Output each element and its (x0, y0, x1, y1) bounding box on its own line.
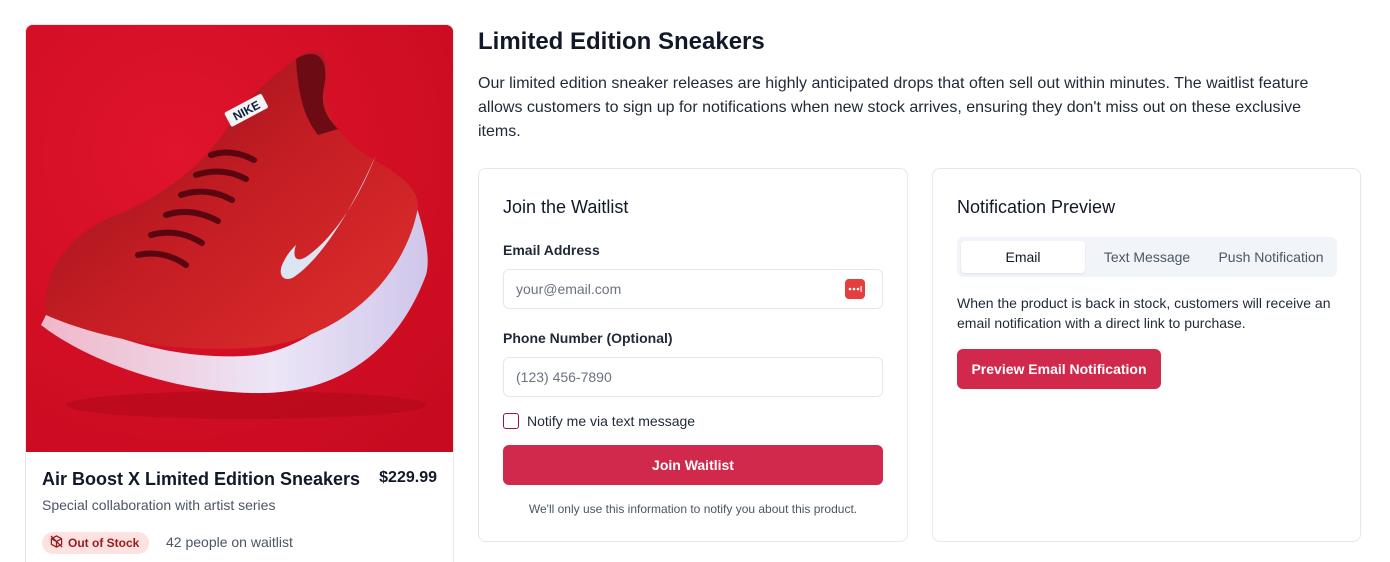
page-description: Our limited edition sneaker releases are… (478, 75, 1309, 140)
tab-text-message[interactable]: Text Message (1085, 241, 1209, 273)
stock-status-badge: Out of Stock (42, 532, 150, 554)
tab-email[interactable]: Email (961, 241, 1085, 273)
waitlist-form-title: Join the Waitlist (503, 197, 629, 217)
product-name: Air Boost X Limited Edition Sneakers (42, 469, 361, 489)
sms-opt-in[interactable]: Notify me via text message (503, 413, 695, 429)
product-image: NIKE (26, 25, 453, 452)
sneaker-illustration: NIKE (26, 25, 453, 452)
sms-checkbox[interactable] (503, 413, 519, 429)
stock-status-text: Out of Stock (68, 536, 140, 550)
email-input[interactable] (503, 269, 883, 309)
waitlist-count: 42 people on waitlist (166, 534, 293, 550)
email-label: Email Address (503, 242, 600, 258)
notification-tabs: Email Text Message Push Notification (957, 237, 1337, 277)
privacy-disclaimer: We'll only use this information to notif… (528, 502, 858, 516)
page-title: Limited Edition Sneakers (478, 28, 765, 55)
product-subtitle: Special collaboration with artist series (42, 497, 276, 513)
preview-email-button[interactable]: Preview Email Notification (957, 349, 1161, 389)
join-waitlist-button[interactable]: Join Waitlist (503, 445, 883, 485)
password-manager-icon[interactable] (845, 279, 865, 299)
waitlist-form-panel: Join the Waitlist Email Address Phone Nu… (478, 168, 908, 542)
product-price: $229.99 (379, 469, 437, 486)
tab-push-notification[interactable]: Push Notification (1209, 241, 1333, 273)
notification-preview-description: When the product is back in stock, custo… (957, 295, 1331, 331)
package-icon (50, 535, 63, 551)
notification-preview-panel: Notification Preview Email Text Message … (932, 168, 1361, 542)
phone-label: Phone Number (Optional) (503, 330, 673, 346)
product-card: NIKE Air Boost X Limited Edition Sneaker… (25, 24, 454, 562)
phone-input[interactable] (503, 357, 883, 397)
notification-preview-title: Notification Preview (957, 197, 1116, 217)
sms-checkbox-label[interactable]: Notify me via text message (527, 413, 695, 429)
